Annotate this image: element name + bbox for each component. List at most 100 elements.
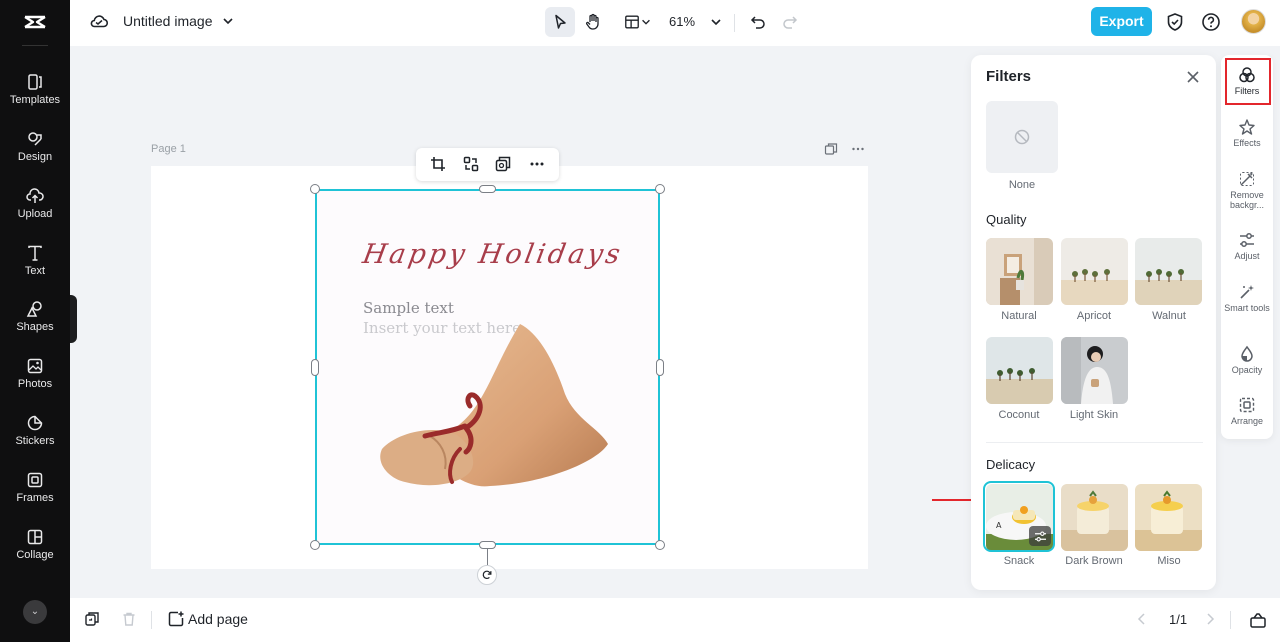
nav-collage[interactable]: Collage (0, 524, 70, 576)
document-title[interactable]: Untitled image (123, 13, 213, 29)
nav-stickers-label: Stickers (15, 435, 55, 447)
tool-effects[interactable]: Effects (1221, 118, 1273, 148)
duplicate-page-icon[interactable] (824, 142, 838, 156)
filter-dark-brown[interactable] (1061, 484, 1128, 551)
layout-dropdown-button[interactable] (619, 7, 657, 37)
opacity-icon (1241, 345, 1253, 362)
arrange-icon (1239, 397, 1255, 413)
nav-upload[interactable]: Upload (0, 183, 70, 235)
more-tools-chevron-icon[interactable]: ⌄ (23, 600, 47, 624)
zoom-level[interactable]: 61% (669, 14, 695, 29)
tool-smart-tools[interactable]: Smart tools (1221, 283, 1273, 313)
resize-handle-bottom-left[interactable] (310, 540, 320, 550)
resize-handle-left[interactable] (311, 359, 319, 376)
nav-text[interactable]: Text (0, 240, 70, 292)
photos-icon (27, 358, 43, 374)
light-skin-thumbnail (1061, 337, 1128, 404)
tool-opacity[interactable]: Opacity (1221, 345, 1273, 375)
walnut-thumbnail (1135, 238, 1202, 305)
tool-smart-tools-label: Smart tools (1224, 303, 1270, 313)
filter-walnut[interactable] (1135, 238, 1202, 305)
filter-none[interactable] (986, 101, 1058, 173)
design-icon (28, 132, 42, 146)
top-bar: Untitled image 61% Export (70, 0, 1280, 46)
user-avatar[interactable] (1241, 9, 1266, 34)
quality-section-title: Quality (986, 212, 1027, 227)
resize-handle-right[interactable] (656, 359, 664, 376)
nav-photos-label: Photos (17, 378, 53, 390)
filter-natural[interactable] (986, 238, 1053, 305)
bottom-bar: Add page 1/1 (70, 598, 1280, 642)
selection-box (315, 189, 660, 545)
copy-style-icon[interactable] (494, 155, 512, 173)
undo-button[interactable] (743, 7, 773, 37)
filter-apricot[interactable] (1061, 238, 1128, 305)
filter-walnut-label: Walnut (1152, 310, 1186, 322)
tool-remove-background-label: Remove backgr... (1229, 190, 1265, 210)
trash-icon[interactable] (121, 611, 137, 627)
tool-adjust[interactable]: Adjust (1221, 231, 1273, 261)
capcut-logo[interactable] (22, 9, 48, 35)
filters-panel-title: Filters (986, 68, 1032, 85)
collage-icon (27, 529, 43, 545)
tool-arrange[interactable]: Arrange (1221, 396, 1273, 426)
add-page-icon[interactable] (167, 610, 185, 628)
resize-handle-bottom[interactable] (479, 541, 496, 549)
prev-page-chevron-icon[interactable] (1135, 612, 1149, 626)
resize-handle-top[interactable] (479, 185, 496, 193)
logo-divider (22, 45, 48, 46)
rotate-icon (482, 570, 492, 580)
zoom-chevron-down-icon[interactable] (709, 15, 723, 29)
nav-photos[interactable]: Photos (0, 353, 70, 405)
nav-templates[interactable]: Templates (0, 69, 70, 121)
tool-effects-label: Effects (1233, 138, 1261, 148)
nav-design[interactable]: Design (0, 126, 70, 178)
filter-light-skin[interactable] (1061, 337, 1128, 404)
filter-none-label: None (1008, 179, 1036, 191)
filter-apricot-label: Apricot (1076, 310, 1112, 322)
rotate-handle[interactable] (477, 565, 497, 585)
help-icon[interactable] (1201, 12, 1221, 32)
filter-adjust-button[interactable] (1029, 526, 1051, 546)
nav-shapes[interactable]: Shapes (0, 296, 70, 348)
page-more-icon[interactable] (851, 142, 865, 156)
resize-handle-bottom-right[interactable] (655, 540, 665, 550)
no-filter-icon (1014, 129, 1030, 145)
filters-panel: Filters None Quality Natural Apricot Wal… (971, 55, 1216, 590)
close-icon[interactable] (1185, 69, 1201, 85)
filter-miso-label: Miso (1157, 555, 1181, 567)
effects-icon (1239, 119, 1255, 135)
title-chevron-down-icon[interactable] (221, 14, 235, 28)
filter-miso[interactable] (1135, 484, 1202, 551)
export-button[interactable]: Export (1091, 7, 1152, 36)
adjust-icon (1240, 233, 1254, 247)
crop-icon[interactable] (429, 155, 447, 173)
page-manager-icon[interactable] (1249, 611, 1267, 629)
replace-icon[interactable] (462, 155, 480, 173)
redo-button[interactable] (775, 7, 805, 37)
filter-snack-label: Snack (1003, 555, 1035, 567)
page-counter: 1/1 (1169, 612, 1188, 627)
resize-handle-top-left[interactable] (310, 184, 320, 194)
resize-handle-top-right[interactable] (655, 184, 665, 194)
cloud-sync-icon[interactable] (89, 11, 109, 31)
filters-highlight-annotation (1225, 58, 1271, 105)
filter-coconut[interactable] (986, 337, 1053, 404)
hand-tool-button[interactable] (578, 7, 608, 37)
tool-remove-background[interactable]: Remove backgr... (1221, 170, 1273, 210)
select-tool-button[interactable] (545, 7, 575, 37)
add-page-button[interactable]: Add page (188, 611, 248, 627)
nav-frames[interactable]: Frames (0, 467, 70, 519)
nav-stickers[interactable]: Stickers (0, 410, 70, 462)
natural-thumbnail (986, 238, 1053, 305)
sidebar-collapse-handle[interactable] (70, 295, 77, 343)
delicacy-section-title: Delicacy (986, 457, 1036, 472)
shield-icon[interactable] (1165, 12, 1185, 32)
layers-icon[interactable] (84, 611, 100, 627)
frames-icon (27, 472, 43, 488)
sliders-icon (1034, 531, 1046, 541)
next-page-chevron-icon[interactable] (1203, 612, 1217, 626)
coconut-thumbnail (986, 337, 1053, 404)
more-options-icon[interactable] (528, 155, 546, 173)
toolbar-divider (734, 14, 735, 32)
